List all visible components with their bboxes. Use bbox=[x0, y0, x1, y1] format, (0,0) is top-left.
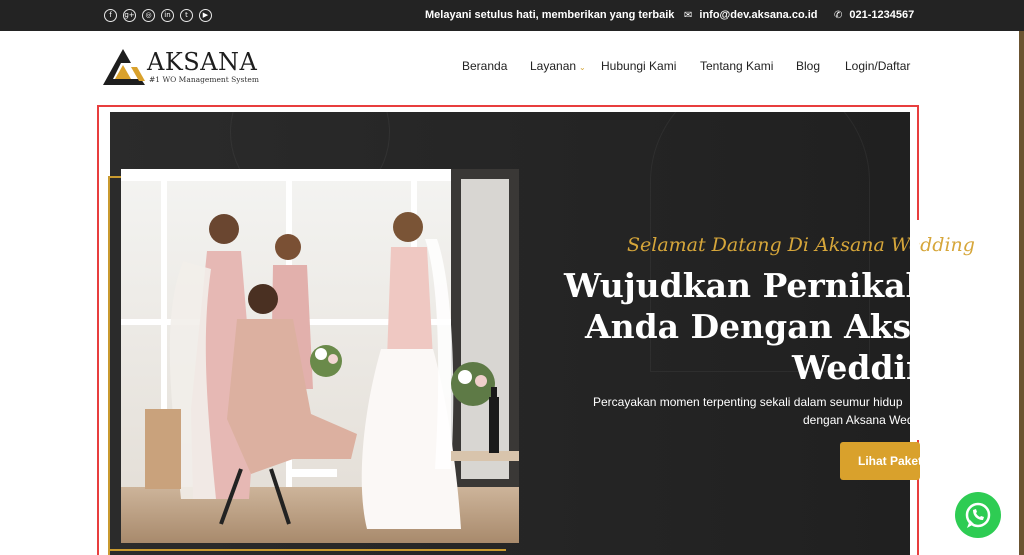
linkedin-icon[interactable]: in bbox=[161, 9, 174, 22]
photo-accent-left bbox=[108, 176, 110, 555]
twitter-icon[interactable]: t bbox=[180, 9, 193, 22]
nav-layanan[interactable]: Layanan ⌄ bbox=[530, 59, 586, 73]
nav-layanan-label: Layanan bbox=[530, 59, 577, 73]
photo-accent-bottom bbox=[108, 549, 506, 551]
logo-name: AKSANA bbox=[147, 48, 258, 76]
hero-clip-edge bbox=[910, 220, 919, 440]
facebook-icon[interactable]: f bbox=[104, 9, 117, 22]
logo-tagline: #1 WO Management System bbox=[149, 75, 259, 84]
contact-email[interactable]: ✉ info@dev.aksana.co.id bbox=[684, 9, 818, 21]
contact-phone[interactable]: ✆ 021-1234567 bbox=[834, 9, 914, 21]
lihat-paket-button[interactable]: Lihat Paket bbox=[840, 442, 922, 480]
email-icon: ✉ bbox=[684, 9, 693, 21]
whatsapp-button[interactable] bbox=[955, 492, 1001, 538]
hero-description-line-1: Percayakan momen terpenting sekali dalam… bbox=[593, 395, 903, 409]
nav-beranda[interactable]: Beranda bbox=[462, 59, 507, 73]
instagram-icon[interactable]: ◎ bbox=[142, 9, 155, 22]
youtube-icon[interactable]: ▶ bbox=[199, 9, 212, 22]
logo-mark-icon bbox=[103, 49, 145, 85]
hero-welcome-text: Selamat Datang Di Aksana Wedding bbox=[627, 234, 975, 256]
phone-text: 021-1234567 bbox=[849, 9, 915, 21]
social-links: f g+ ◎ in t ▶ bbox=[104, 9, 212, 22]
photo-accent-top bbox=[108, 176, 122, 178]
nav-login-daftar[interactable]: Login/Daftar bbox=[845, 59, 910, 73]
top-bar: f g+ ◎ in t ▶ Melayani setulus hati, mem… bbox=[0, 0, 1024, 31]
email-text: info@dev.aksana.co.id bbox=[699, 9, 818, 21]
phone-icon: ✆ bbox=[834, 9, 843, 21]
google-plus-icon[interactable]: g+ bbox=[123, 9, 136, 22]
hero-photo bbox=[121, 169, 519, 543]
page-scrollbar[interactable] bbox=[1019, 31, 1024, 555]
nav-tentang-kami[interactable]: Tentang Kami bbox=[700, 59, 773, 73]
nav-blog[interactable]: Blog bbox=[796, 59, 820, 73]
chevron-down-icon: ⌄ bbox=[579, 63, 586, 72]
hero-headline-line-3: Wedding bbox=[792, 348, 954, 387]
nav-hubungi-kami[interactable]: Hubungi Kami bbox=[601, 59, 676, 73]
site-header: AKSANA #1 WO Management System Beranda L… bbox=[0, 31, 1019, 104]
top-tagline: Melayani setulus hati, memberikan yang t… bbox=[425, 9, 675, 21]
site-logo[interactable]: AKSANA #1 WO Management System bbox=[101, 45, 261, 89]
whatsapp-icon bbox=[965, 502, 991, 528]
